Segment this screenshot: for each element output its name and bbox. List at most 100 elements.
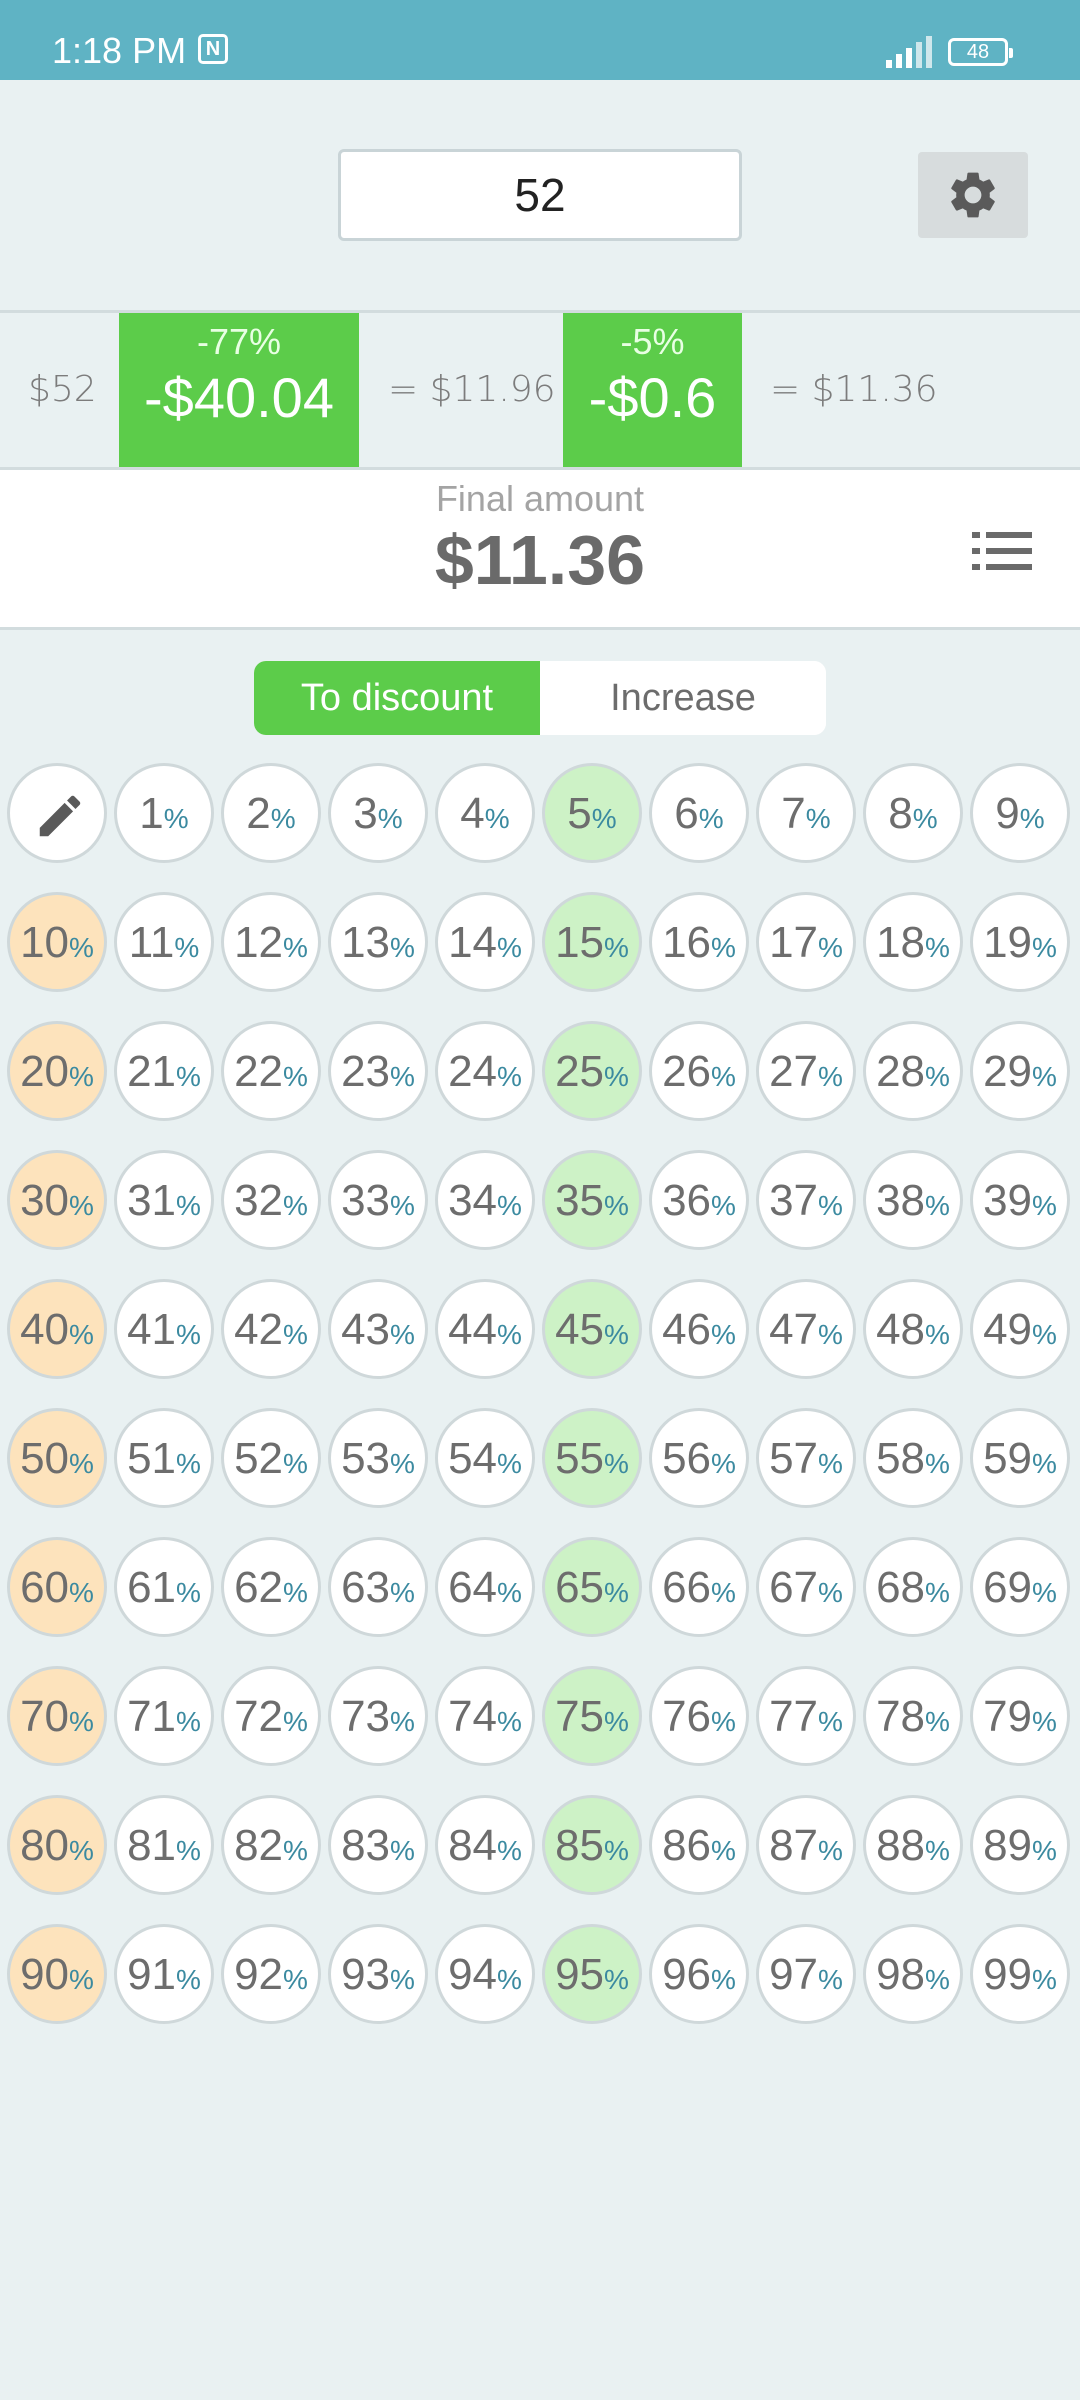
percent-button-20[interactable]: 20% — [7, 1021, 107, 1121]
percent-button-13[interactable]: 13% — [328, 892, 428, 992]
percent-button-69[interactable]: 69% — [970, 1537, 1070, 1637]
percent-button-75[interactable]: 75% — [542, 1666, 642, 1766]
percent-button-26[interactable]: 26% — [649, 1021, 749, 1121]
percent-button-2[interactable]: 2% — [221, 763, 321, 863]
percent-button-22[interactable]: 22% — [221, 1021, 321, 1121]
percent-button-4[interactable]: 4% — [435, 763, 535, 863]
percent-button-51[interactable]: 51% — [114, 1408, 214, 1508]
percent-button-36[interactable]: 36% — [649, 1150, 749, 1250]
percent-button-42[interactable]: 42% — [221, 1279, 321, 1379]
percent-button-62[interactable]: 62% — [221, 1537, 321, 1637]
percent-button-5[interactable]: 5% — [542, 763, 642, 863]
percent-button-74[interactable]: 74% — [435, 1666, 535, 1766]
percent-button-82[interactable]: 82% — [221, 1795, 321, 1895]
percent-button-1[interactable]: 1% — [114, 763, 214, 863]
percent-button-21[interactable]: 21% — [114, 1021, 214, 1121]
percent-button-59[interactable]: 59% — [970, 1408, 1070, 1508]
percent-button-54[interactable]: 54% — [435, 1408, 535, 1508]
percent-button-56[interactable]: 56% — [649, 1408, 749, 1508]
percent-button-10[interactable]: 10% — [7, 892, 107, 992]
to-discount-button[interactable]: To discount — [254, 661, 540, 735]
percent-button-46[interactable]: 46% — [649, 1279, 749, 1379]
percent-button-39[interactable]: 39% — [970, 1150, 1070, 1250]
percent-button-98[interactable]: 98% — [863, 1924, 963, 2024]
percent-button-61[interactable]: 61% — [114, 1537, 214, 1637]
percent-button-24[interactable]: 24% — [435, 1021, 535, 1121]
percent-button-64[interactable]: 64% — [435, 1537, 535, 1637]
percent-button-53[interactable]: 53% — [328, 1408, 428, 1508]
percent-button-87[interactable]: 87% — [756, 1795, 856, 1895]
percent-button-97[interactable]: 97% — [756, 1924, 856, 2024]
percent-button-72[interactable]: 72% — [221, 1666, 321, 1766]
percent-button-38[interactable]: 38% — [863, 1150, 963, 1250]
percent-button-6[interactable]: 6% — [649, 763, 749, 863]
percent-button-34[interactable]: 34% — [435, 1150, 535, 1250]
percent-button-70[interactable]: 70% — [7, 1666, 107, 1766]
discount-step-2[interactable]: -5% -$0.6 — [563, 313, 742, 467]
percent-button-41[interactable]: 41% — [114, 1279, 214, 1379]
percent-button-12[interactable]: 12% — [221, 892, 321, 992]
percent-button-91[interactable]: 91% — [114, 1924, 214, 2024]
percent-button-11[interactable]: 11% — [114, 892, 214, 992]
percent-button-83[interactable]: 83% — [328, 1795, 428, 1895]
percent-button-88[interactable]: 88% — [863, 1795, 963, 1895]
percent-button-92[interactable]: 92% — [221, 1924, 321, 2024]
percent-button-81[interactable]: 81% — [114, 1795, 214, 1895]
percent-button-49[interactable]: 49% — [970, 1279, 1070, 1379]
percent-button-84[interactable]: 84% — [435, 1795, 535, 1895]
percent-button-57[interactable]: 57% — [756, 1408, 856, 1508]
percent-button-63[interactable]: 63% — [328, 1537, 428, 1637]
percent-button-30[interactable]: 30% — [7, 1150, 107, 1250]
percent-button-77[interactable]: 77% — [756, 1666, 856, 1766]
percent-button-66[interactable]: 66% — [649, 1537, 749, 1637]
percent-button-9[interactable]: 9% — [970, 763, 1070, 863]
percent-button-93[interactable]: 93% — [328, 1924, 428, 2024]
percent-button-32[interactable]: 32% — [221, 1150, 321, 1250]
percent-button-25[interactable]: 25% — [542, 1021, 642, 1121]
percent-button-94[interactable]: 94% — [435, 1924, 535, 2024]
list-icon[interactable] — [972, 528, 1032, 574]
percent-button-8[interactable]: 8% — [863, 763, 963, 863]
percent-button-67[interactable]: 67% — [756, 1537, 856, 1637]
percent-button-17[interactable]: 17% — [756, 892, 856, 992]
percent-button-18[interactable]: 18% — [863, 892, 963, 992]
percent-button-73[interactable]: 73% — [328, 1666, 428, 1766]
percent-button-68[interactable]: 68% — [863, 1537, 963, 1637]
percent-button-43[interactable]: 43% — [328, 1279, 428, 1379]
percent-button-79[interactable]: 79% — [970, 1666, 1070, 1766]
percent-button-19[interactable]: 19% — [970, 892, 1070, 992]
edit-percent-button[interactable] — [7, 763, 107, 863]
percent-button-40[interactable]: 40% — [7, 1279, 107, 1379]
percent-button-50[interactable]: 50% — [7, 1408, 107, 1508]
percent-button-52[interactable]: 52% — [221, 1408, 321, 1508]
percent-button-55[interactable]: 55% — [542, 1408, 642, 1508]
percent-button-95[interactable]: 95% — [542, 1924, 642, 2024]
percent-button-28[interactable]: 28% — [863, 1021, 963, 1121]
percent-button-7[interactable]: 7% — [756, 763, 856, 863]
amount-input[interactable] — [338, 149, 742, 241]
percent-button-65[interactable]: 65% — [542, 1537, 642, 1637]
percent-button-37[interactable]: 37% — [756, 1150, 856, 1250]
percent-button-47[interactable]: 47% — [756, 1279, 856, 1379]
percent-button-31[interactable]: 31% — [114, 1150, 214, 1250]
percent-button-3[interactable]: 3% — [328, 763, 428, 863]
percent-button-96[interactable]: 96% — [649, 1924, 749, 2024]
percent-button-58[interactable]: 58% — [863, 1408, 963, 1508]
percent-button-80[interactable]: 80% — [7, 1795, 107, 1895]
percent-button-86[interactable]: 86% — [649, 1795, 749, 1895]
percent-button-76[interactable]: 76% — [649, 1666, 749, 1766]
percent-button-71[interactable]: 71% — [114, 1666, 214, 1766]
percent-button-29[interactable]: 29% — [970, 1021, 1070, 1121]
percent-button-90[interactable]: 90% — [7, 1924, 107, 2024]
increase-button[interactable]: Increase — [540, 661, 826, 735]
percent-button-23[interactable]: 23% — [328, 1021, 428, 1121]
percent-button-44[interactable]: 44% — [435, 1279, 535, 1379]
percent-button-14[interactable]: 14% — [435, 892, 535, 992]
percent-button-35[interactable]: 35% — [542, 1150, 642, 1250]
percent-button-78[interactable]: 78% — [863, 1666, 963, 1766]
percent-button-60[interactable]: 60% — [7, 1537, 107, 1637]
percent-button-85[interactable]: 85% — [542, 1795, 642, 1895]
percent-button-45[interactable]: 45% — [542, 1279, 642, 1379]
percent-button-16[interactable]: 16% — [649, 892, 749, 992]
discount-step-1[interactable]: -77% -$40.04 — [119, 313, 359, 467]
